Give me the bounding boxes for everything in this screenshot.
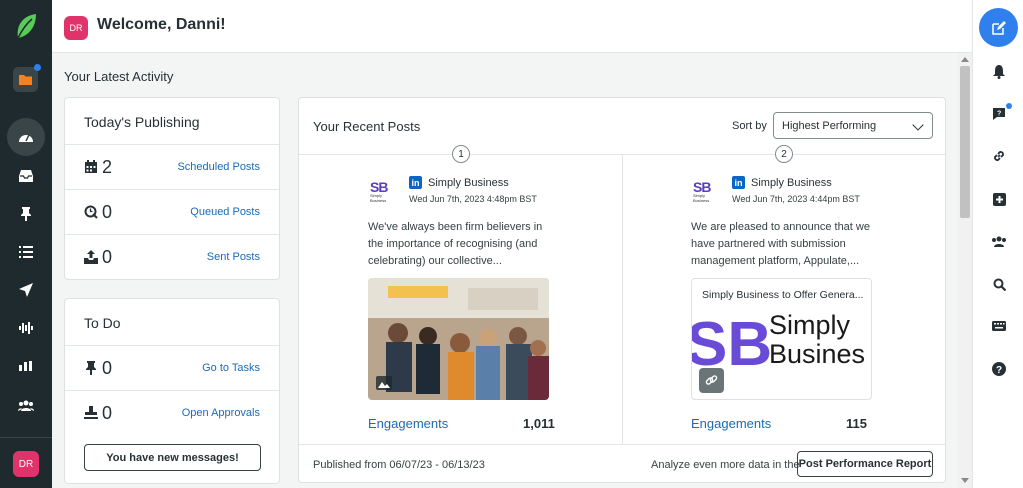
linkedin-icon: in [732,176,745,189]
right-rail: ? ? [972,0,1023,488]
recent-posts-title: Your Recent Posts [313,119,421,134]
divider [299,444,945,445]
link-chain-icon[interactable] [988,145,1010,167]
sort-value: Highest Performing [782,120,877,132]
todo-row-tasks: 0 Go to Tasks [65,345,279,390]
bell-icon[interactable] [988,61,1010,83]
recent-posts-panel: Your Recent Posts Sort by Highest Perfor… [298,97,946,483]
post-date: Wed Jun 7th, 2023 4:44pm BST [732,194,860,204]
queued-posts-link[interactable]: Queued Posts [190,206,260,218]
publishing-row-sent: 0 Sent Posts [65,234,279,279]
add-box-icon[interactable] [988,188,1010,210]
keyboard-icon[interactable] [988,315,1010,337]
section-title: Your Latest Activity [64,69,174,84]
help-icon[interactable]: ? [988,358,1010,380]
post-rank: 2 [775,145,793,163]
svg-text:?: ? [997,111,1001,118]
send-icon[interactable] [10,274,42,306]
header-avatar: DR [64,16,88,40]
welcome-title: Welcome, Danni! [97,16,226,33]
post-rank: 1 [452,145,470,163]
brand-line-2: Busines [769,339,866,369]
todo-row-approvals: 0 Open Approvals [65,390,279,435]
approvals-count: 0 [102,403,113,423]
scroll-down-icon[interactable] [961,478,969,483]
svg-text:?: ? [996,365,1002,376]
sprout-logo-icon[interactable] [14,12,38,40]
go-to-tasks-link[interactable]: Go to Tasks [202,362,260,374]
post-account: Simply Business [751,177,832,189]
user-avatar[interactable]: DR [13,451,39,477]
listening-icon[interactable] [10,312,42,344]
dashboard-icon[interactable] [7,118,45,156]
scheduled-posts-link[interactable]: Scheduled Posts [177,161,260,173]
notification-dot [1006,103,1012,109]
publishing-row-scheduled: 2 Scheduled Posts [65,144,279,189]
feedback-icon[interactable]: ? [988,103,1012,125]
publishing-row-queued: 0 Queued Posts [65,189,279,234]
simply-business-logo: SB Simply Business [693,179,719,203]
svg-text:SB: SB [692,310,772,371]
post-body: We are pleased to announce that we have … [691,221,870,267]
scroll-thumb[interactable] [960,66,970,218]
inbox-icon[interactable] [10,160,42,192]
sent-posts-link[interactable]: Sent Posts [207,251,260,263]
queue-icon [84,205,98,219]
top-header: DR Welcome, Danni! [52,0,972,53]
post-account: Simply Business [428,177,509,189]
simply-business-logo: SB Simply Business [370,179,396,203]
pin-icon [86,361,96,375]
scheduled-count: 2 [102,157,113,177]
publishing-title: Today's Publishing [84,114,200,130]
engagements-label[interactable]: Engagements [691,416,771,431]
group-photo-icon [368,278,549,400]
post-card[interactable]: 2 SB Simply Business in Simply Business W… [622,145,945,444]
post-body: We've always been firm believers in the … [368,221,543,267]
link-preview-title: Simply Business to Offer Genera... [702,289,864,301]
sent-icon [84,250,98,264]
search-icon[interactable] [988,273,1010,295]
engagements-value: 115 [846,416,867,431]
link-preview-brand: Simply Busines [769,311,871,369]
open-approvals-link[interactable]: Open Approvals [182,407,260,419]
chevron-down-icon [912,119,924,131]
todo-title: To Do [84,315,121,331]
sort-label: Sort by [732,120,767,132]
queued-count: 0 [102,202,113,222]
link-icon [699,368,724,393]
post-photo[interactable] [368,278,549,400]
compose-icon[interactable] [979,8,1018,47]
linkedin-icon: in [409,176,422,189]
people-icon[interactable] [10,389,42,421]
sort-select[interactable]: Highest Performing [773,112,933,139]
post-performance-report-button[interactable]: Post Performance Report [797,451,933,477]
left-nav: DR [0,0,52,488]
sent-count: 0 [102,247,113,267]
reports-icon[interactable] [10,350,42,382]
notification-dot [34,64,41,71]
post-card[interactable]: 1 SB Simply Business in Simply Business W… [299,145,622,444]
link-preview-image: SB Simply Busines [692,309,871,371]
post-date: Wed Jun 7th, 2023 4:48pm BST [409,194,537,204]
scrollbar[interactable] [958,53,972,488]
publishing-card: Today's Publishing 2 Scheduled Posts 0 Q… [64,97,280,280]
calendar-icon [85,160,97,173]
folder-icon[interactable] [13,64,41,92]
engagements-label[interactable]: Engagements [368,416,448,431]
published-range: Published from 06/07/23 - 06/13/23 [313,459,485,471]
link-preview-card[interactable]: Simply Business to Offer Genera... SB Si… [691,278,872,400]
nav-divider [0,437,52,438]
pin-nav-icon[interactable] [10,198,42,230]
scroll-up-icon[interactable] [961,57,969,62]
team-icon[interactable] [988,230,1010,252]
approval-icon [84,406,98,419]
analyze-text: Analyze even more data in the [651,459,800,471]
new-messages-button[interactable]: You have new messages! [84,444,261,471]
list-icon[interactable] [10,236,42,268]
engagements-value: 1,011 [523,416,555,431]
brand-line-1: Simply [769,311,851,340]
todo-card: To Do 0 Go to Tasks 0 Open Approvals You… [64,298,280,484]
tasks-count: 0 [102,358,113,378]
